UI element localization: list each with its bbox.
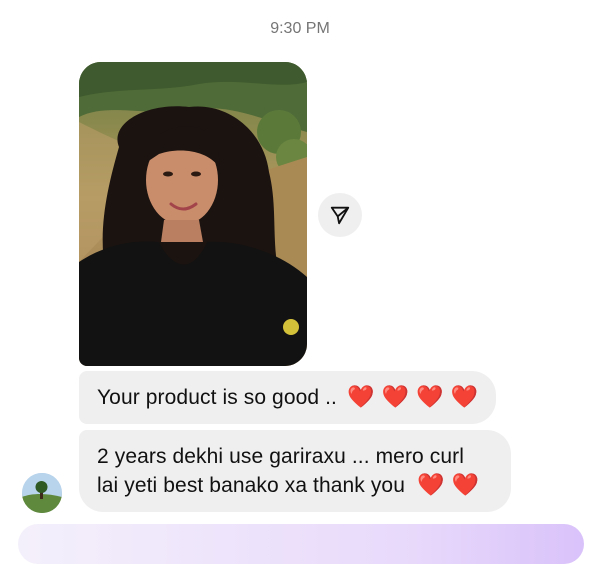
message-text: Your product is so good .. [97, 386, 337, 409]
photo-illustration [79, 62, 307, 366]
message-bubble[interactable]: 2 years dekhi use gariraxu ... mero curl… [79, 430, 511, 512]
message-bubble[interactable]: Your product is so good .. ❤️ ❤️ ❤️ ❤️ [79, 371, 497, 424]
avatar-landscape-icon [22, 473, 62, 513]
message-composer[interactable] [18, 524, 584, 564]
share-button[interactable] [318, 193, 362, 237]
message-text-line: 2 years dekhi use gariraxu ... mero curl [97, 445, 464, 468]
heart-emoji-group: ❤️ ❤️ ❤️ ❤️ [346, 385, 479, 410]
timestamp: 9:30 PM [270, 20, 330, 37]
shared-photo[interactable] [79, 62, 307, 366]
message-text-line: lai yeti best banako xa thank you ❤️ ❤️ [97, 471, 493, 500]
message-text: lai yeti best banako xa thank you [97, 474, 405, 497]
heart-emoji-group: ❤️ ❤️ [416, 473, 480, 498]
sender-avatar[interactable] [22, 473, 62, 513]
paper-plane-icon [330, 206, 350, 225]
